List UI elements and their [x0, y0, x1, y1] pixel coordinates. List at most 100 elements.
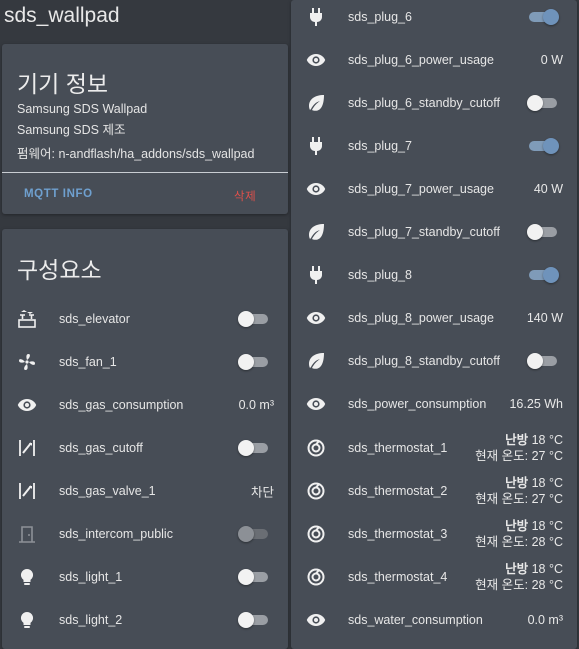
entity-row[interactable]: sds_intercom_public	[2, 512, 288, 555]
entity-value: 140 W	[526, 311, 563, 326]
device-manufacturer: Samsung SDS 제조	[17, 123, 126, 137]
entity-row[interactable]: sds_plug_6	[291, 0, 577, 38]
components-card: 구성요소 sds_elevator sds_fan_1 sds_gas_consum…	[2, 229, 288, 649]
entity-value: 차단	[250, 485, 274, 499]
entity-row[interactable]: sds_elevator	[2, 297, 288, 340]
toggle-switch[interactable]	[238, 310, 270, 327]
leaf-icon	[305, 350, 327, 372]
entity-row[interactable]: sds_plug_6_standby_cutoff	[291, 81, 577, 124]
entity-row[interactable]: sds_water_consumption 0.0 m³	[291, 598, 577, 641]
entity-row[interactable]: sds_plug_8	[291, 254, 577, 297]
toggle-thumb	[527, 353, 543, 370]
valve-icon	[16, 480, 38, 502]
entity-name: sds_plug_6	[348, 9, 412, 24]
entity-row[interactable]: sds_light_1	[2, 555, 288, 598]
toggle-thumb	[543, 137, 559, 154]
entity-name: sds_plug_7_standby_cutoff	[348, 225, 500, 239]
entity-row[interactable]: sds_gas_consumption 0.0 m³	[2, 383, 288, 426]
entity-name: sds_thermostat_2	[348, 483, 448, 498]
toggle-switch[interactable]	[527, 353, 559, 370]
entity-value: 0 W	[540, 52, 563, 67]
mqtt-info-button[interactable]: MQTT INFO	[20, 186, 97, 202]
entity-row[interactable]: sds_thermostat_2 난방 18 °C 현재 온도: 27 °C	[291, 469, 577, 512]
entity-name: sds_gas_cutoff	[59, 440, 143, 455]
bulb-icon	[16, 609, 38, 631]
toggle-thumb	[238, 310, 254, 327]
toggle-switch[interactable]	[527, 94, 559, 111]
plug-icon	[305, 6, 327, 28]
toggle-switch[interactable]	[238, 439, 270, 456]
thermostat-current: 현재 온도: 27 °C	[475, 448, 563, 463]
entity-row[interactable]: sds_gas_valve_1 차단	[2, 469, 288, 512]
thermostat-icon	[305, 566, 327, 588]
thermostat-state: 난방 18 °C 현재 온도: 27 °C	[475, 475, 563, 507]
entity-row[interactable]: sds_power_consumption 16.25 Wh	[291, 383, 577, 426]
eye-icon	[16, 394, 38, 416]
entity-row[interactable]: sds_gas_cutoff	[2, 426, 288, 469]
eye-icon	[305, 609, 327, 631]
toggle-switch[interactable]	[238, 568, 270, 585]
toggle-switch[interactable]	[527, 224, 559, 240]
toggle-switch	[238, 525, 270, 542]
plug-icon	[305, 135, 327, 157]
thermostat-mode: 난방	[505, 518, 529, 533]
entity-value: 16.25 Wh	[509, 397, 563, 412]
device-firmware: 펌웨어: n-andflash/ha_addons/sds_wallpad	[17, 147, 255, 161]
toggle-thumb	[238, 568, 254, 585]
card-divider	[2, 172, 288, 173]
leaf-icon	[305, 221, 327, 243]
toggle-switch[interactable]	[238, 353, 270, 370]
device-info-card: 기기 정보 Samsung SDS Wallpad Samsung SDS 제조…	[2, 44, 288, 214]
entity-row[interactable]: sds_plug_8_standby_cutoff	[291, 340, 577, 383]
toggle-thumb	[238, 611, 254, 628]
thermostat-icon	[305, 480, 327, 502]
entity-name: sds_thermostat_4	[348, 569, 448, 584]
device-info-title: 기기 정보	[17, 71, 109, 97]
entity-name: sds_gas_valve_1	[59, 483, 156, 498]
entity-row[interactable]: sds_thermostat_3 난방 18 °C 현재 온도: 28 °C	[291, 512, 577, 555]
entity-name: sds_plug_7	[348, 138, 412, 153]
thermostat-target: 18 °C	[531, 561, 563, 576]
toggle-switch[interactable]	[238, 611, 270, 628]
entity-row[interactable]: sds_fan_1	[2, 340, 288, 383]
thermostat-state: 난방 18 °C 현재 온도: 28 °C	[475, 561, 563, 593]
entity-name: sds_elevator	[59, 311, 130, 326]
entity-name: sds_gas_consumption	[59, 397, 184, 412]
eye-icon	[305, 393, 327, 415]
entity-row[interactable]: sds_plug_6_power_usage 0 W	[291, 38, 577, 81]
entity-name: sds_plug_8_power_usage	[348, 311, 494, 326]
entity-name: sds_power_consumption	[348, 397, 487, 412]
toggle-thumb	[527, 224, 543, 240]
entity-row[interactable]: sds_plug_7	[291, 124, 577, 167]
entity-value: 0.0 m³	[238, 397, 274, 412]
delete-button[interactable]: 삭제	[230, 186, 260, 206]
door-icon	[16, 523, 38, 545]
entity-row[interactable]: sds_plug_8_power_usage 140 W	[291, 297, 577, 340]
entity-value: 0.0 m³	[527, 612, 563, 627]
toggle-switch[interactable]	[527, 8, 559, 25]
toggle-thumb	[543, 8, 559, 25]
entity-row[interactable]: sds_thermostat_4 난방 18 °C 현재 온도: 28 °C	[291, 555, 577, 598]
toggle-thumb	[238, 353, 254, 370]
eye-icon	[305, 49, 327, 71]
entity-name: sds_plug_8	[348, 268, 412, 283]
entity-name: sds_fan_1	[59, 354, 117, 369]
thermostat-mode: 난방	[505, 432, 529, 447]
toggle-switch[interactable]	[527, 137, 559, 154]
toggle-thumb	[543, 267, 559, 284]
thermostat-mode: 난방	[505, 475, 529, 490]
entity-row[interactable]: sds_thermostat_1 난방 18 °C 현재 온도: 27 °C	[291, 426, 577, 469]
entity-name: sds_plug_8_standby_cutoff	[348, 354, 500, 369]
entity-row[interactable]: sds_plug_7_standby_cutoff	[291, 211, 577, 254]
eye-icon	[305, 307, 327, 329]
toggle-thumb	[527, 94, 543, 111]
entity-row[interactable]: sds_plug_7_power_usage 40 W	[291, 167, 577, 210]
thermostat-icon	[305, 523, 327, 545]
entity-row[interactable]: sds_light_2	[2, 598, 288, 641]
thermostat-state: 난방 18 °C 현재 온도: 27 °C	[475, 432, 563, 464]
thermostat-current: 현재 온도: 28 °C	[475, 577, 563, 592]
device-model: Samsung SDS Wallpad	[17, 102, 148, 116]
toggle-switch[interactable]	[527, 267, 559, 284]
entity-name: sds_thermostat_3	[348, 526, 448, 541]
entity-name: sds_thermostat_1	[348, 440, 448, 455]
